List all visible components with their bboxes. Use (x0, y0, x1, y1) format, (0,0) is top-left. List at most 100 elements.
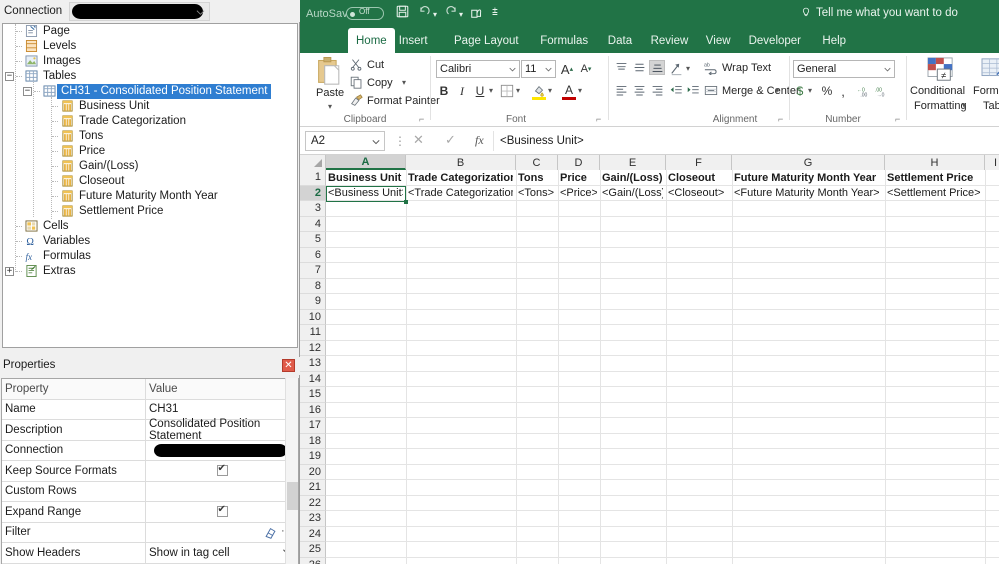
chevron-down-icon[interactable]: ▾ (489, 86, 493, 95)
tree-item-formulas[interactable]: fx Formulas (3, 249, 297, 264)
property-row[interactable]: Filter··· (2, 522, 298, 543)
tree-item-variables[interactable]: Ω Variables (3, 234, 297, 249)
eraser-icon[interactable] (263, 526, 278, 540)
alignment-dialog-launcher-icon[interactable]: ⌐ (778, 114, 783, 124)
cell-C2[interactable]: <Tons> (516, 186, 555, 201)
tree-item-cells[interactable]: Cells (3, 219, 297, 234)
expand-icon[interactable]: + (5, 267, 14, 276)
font-size-input[interactable]: 11 (521, 60, 556, 78)
font-name-input[interactable]: Calibri (436, 60, 520, 78)
table-row[interactable] (326, 496, 999, 511)
table-row[interactable] (326, 511, 999, 527)
chevron-down-icon[interactable]: ▾ (686, 64, 690, 73)
object-tree[interactable]: Page Levels Images − Tables − CH31 - Consolida… (2, 23, 298, 348)
connection-combobox[interactable] (69, 1, 211, 21)
save-icon[interactable] (396, 5, 409, 22)
column-headers[interactable]: A B C D E F G H I (300, 155, 999, 170)
property-value[interactable] (146, 461, 298, 481)
increase-indent-button[interactable] (686, 84, 700, 100)
tree-item-tables[interactable]: − Tables (3, 69, 297, 84)
table-row[interactable]: <Business Unit> <Trade Categorization> <To… (326, 186, 999, 201)
property-value[interactable]: CH31 (146, 400, 298, 420)
fill-handle[interactable] (404, 199, 408, 204)
properties-scrollbar[interactable] (285, 378, 298, 564)
tree-item-images[interactable]: Images (3, 54, 297, 69)
decrease-decimal-button[interactable]: .00 →0 (875, 85, 890, 101)
formula-input[interactable]: <Business Unit> (493, 131, 995, 151)
tell-me-box[interactable]: Tell me what you want to do (800, 0, 958, 25)
scrollbar-thumb[interactable] (287, 482, 298, 510)
table-row[interactable] (326, 217, 999, 232)
tab-view[interactable]: View (698, 28, 739, 53)
table-row[interactable] (326, 263, 999, 279)
table-row[interactable] (326, 232, 999, 248)
property-row[interactable]: Show Headers Show in tag cell (2, 543, 298, 564)
tree-item-closeout[interactable]: Closeout (3, 174, 297, 189)
tree-item-trade-categorization[interactable]: Trade Categorization (3, 114, 297, 129)
row-header-10[interactable]: 10 (300, 309, 326, 325)
row-header-21[interactable]: 21 (300, 480, 326, 496)
column-header-B[interactable]: B (406, 155, 516, 170)
bold-button[interactable]: B (436, 83, 452, 99)
row-header-20[interactable]: 20 (300, 464, 326, 480)
cell-H2[interactable]: <Settlement Price> (885, 186, 982, 201)
table-row[interactable] (326, 434, 999, 449)
chevron-down-icon[interactable]: ▾ (808, 86, 812, 95)
property-value[interactable]: Consolidated Position Statement (146, 418, 298, 442)
row-header-1[interactable]: 1 (300, 170, 326, 186)
tab-developer[interactable]: Developer (741, 28, 809, 53)
number-dialog-launcher-icon[interactable]: ⌐ (895, 114, 900, 124)
font-dialog-launcher-icon[interactable]: ⌐ (596, 114, 601, 124)
row-header-13[interactable]: 13 (300, 356, 326, 372)
table-row[interactable] (326, 294, 999, 310)
cell-C1[interactable]: Tons (516, 170, 555, 185)
format-as-table-button[interactable]: Format as Table ▾ (973, 57, 999, 117)
cell-D1[interactable]: Price (558, 170, 597, 185)
cell-F2[interactable]: <Closeout> (666, 186, 729, 201)
cell-A2[interactable]: <Business Unit> (326, 186, 403, 201)
row-header-12[interactable]: 12 (300, 340, 326, 356)
tree-item-price[interactable]: Price (3, 144, 297, 159)
customize-qat-icon[interactable]: ⩲ (492, 7, 498, 18)
row-header-14[interactable]: 14 (300, 371, 326, 387)
name-box[interactable]: A2 (305, 131, 385, 151)
tree-item-levels[interactable]: Levels (3, 39, 297, 54)
row-header-19[interactable]: 19 (300, 449, 326, 465)
decrease-font-size-button[interactable]: A ▾ (577, 60, 595, 78)
tree-item-ch31-consolidated-position-statement[interactable]: − CH31 - Consolidated Position Statement (3, 84, 297, 99)
table-row[interactable] (326, 449, 999, 465)
cell-F1[interactable]: Closeout (666, 170, 729, 185)
table-row[interactable]: Business Unit Trade Categorization Tons Pri… (326, 170, 999, 186)
tab-data[interactable]: Data (600, 28, 640, 53)
property-value[interactable]: ··· (146, 523, 298, 543)
tree-item-future-maturity-month-year[interactable]: Future Maturity Month Year (3, 189, 297, 204)
align-middle-button[interactable] (631, 60, 647, 75)
row-header-2[interactable]: 2 (300, 185, 326, 201)
tree-item-tons[interactable]: Tons (3, 129, 297, 144)
row-header-24[interactable]: 24 (300, 526, 326, 542)
table-row[interactable] (326, 418, 999, 434)
conditional-formatting-button[interactable]: ≠ Conditional Formatting ▾ (910, 57, 972, 117)
tree-item-settlement-price[interactable]: Settlement Price (3, 204, 297, 219)
fill-color-button[interactable] (532, 84, 546, 101)
align-center-button[interactable] (631, 83, 647, 98)
table-row[interactable] (326, 542, 999, 558)
tab-help[interactable]: Help (814, 28, 854, 53)
cancel-icon[interactable]: ✕ (413, 133, 424, 148)
formula-bar-grip[interactable]: ⋮ (394, 134, 406, 148)
table-row[interactable] (326, 201, 999, 217)
increase-font-size-button[interactable]: A ▴ (558, 60, 576, 78)
percent-format-button[interactable]: % (820, 84, 834, 98)
row-header-26[interactable]: 26 (300, 557, 326, 564)
orientation-button[interactable] (670, 62, 684, 79)
underline-button[interactable]: U (472, 83, 488, 99)
table-row[interactable] (326, 248, 999, 263)
chevron-down-icon[interactable]: ▾ (962, 101, 966, 110)
collapse-icon[interactable]: − (5, 72, 14, 81)
table-row[interactable] (326, 341, 999, 356)
checkbox-checked[interactable] (216, 504, 228, 518)
column-header-D[interactable]: D (558, 155, 600, 170)
align-left-button[interactable] (613, 83, 629, 98)
chevron-down-icon[interactable] (196, 8, 205, 17)
tree-item-extras[interactable]: + Extras (3, 264, 297, 279)
